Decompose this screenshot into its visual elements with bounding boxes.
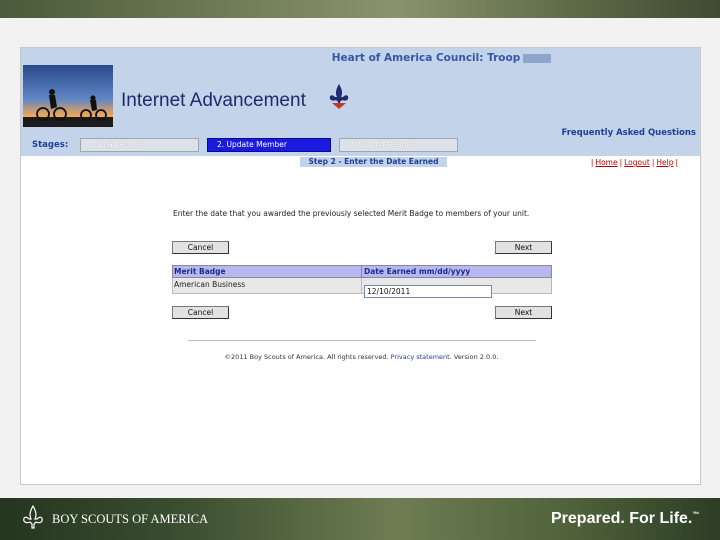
help-link[interactable]: Help xyxy=(656,158,673,167)
copyright-text: ©2011 Boy Scouts of America. All rights … xyxy=(224,353,389,361)
redacted-troop-number xyxy=(523,53,552,63)
cancel-button-top[interactable]: Cancel xyxy=(172,241,229,254)
step-indicator: Step 2 - Enter the Date Earned xyxy=(300,157,447,167)
stage-update-member[interactable]: 2. Update Member xyxy=(207,138,331,152)
home-link[interactable]: Home xyxy=(595,158,617,167)
header-photo-cyclists xyxy=(23,65,113,127)
stages-bar: Stages: 1. Load Roster 2. Update Member … xyxy=(21,138,700,154)
stages-label: Stages: xyxy=(32,140,69,150)
stage-submit-report[interactable]: 3. Submit Report xyxy=(339,138,458,152)
version-text: . Version 2.0.0. xyxy=(449,353,499,361)
next-button-bottom[interactable]: Next xyxy=(495,306,552,319)
table-header: Merit Badge Date Earned mm/dd/yyyy xyxy=(172,265,552,278)
stage-load-roster[interactable]: 1. Load Roster xyxy=(80,138,199,152)
cancel-button-bottom[interactable]: Cancel xyxy=(172,306,229,319)
privacy-link[interactable]: Privacy statement xyxy=(391,353,450,361)
footer: ©2011 Boy Scouts of America. All rights … xyxy=(21,353,700,361)
next-button-top[interactable]: Next xyxy=(495,241,552,254)
bsa-tagline: Prepared. For Life.™ xyxy=(551,510,700,527)
faq-link[interactable]: Frequently Asked Questions xyxy=(561,128,696,138)
date-cell xyxy=(362,278,551,298)
merit-badge-name: American Business xyxy=(173,278,362,293)
fleur-de-lis-icon xyxy=(329,84,349,109)
slide-top-band xyxy=(0,0,720,18)
header-date-earned: Date Earned mm/dd/yyyy xyxy=(364,267,471,276)
instruction-text: Enter the date that you awarded the prev… xyxy=(173,209,530,218)
bsa-org-name: BOY SCOUTS OF AMERICA xyxy=(52,512,209,526)
council-title: Heart of America Council: Troop xyxy=(21,52,700,64)
bsa-fleur-de-lis-icon xyxy=(23,505,43,529)
merit-badge-table: Merit Badge Date Earned mm/dd/yyyy Ameri… xyxy=(172,265,552,298)
site-header: Heart of America Council: Troop Internet… xyxy=(21,48,700,156)
browser-screenshot: Heart of America Council: Troop Internet… xyxy=(20,47,701,485)
date-earned-input[interactable] xyxy=(364,285,492,298)
footer-divider xyxy=(188,340,536,341)
app-title: Internet Advancement xyxy=(121,90,306,111)
top-links: | Home | Logout | Help | xyxy=(590,158,678,167)
table-row: American Business xyxy=(172,278,552,298)
header-merit-badge: Merit Badge xyxy=(173,266,362,277)
logout-link[interactable]: Logout xyxy=(624,158,650,167)
